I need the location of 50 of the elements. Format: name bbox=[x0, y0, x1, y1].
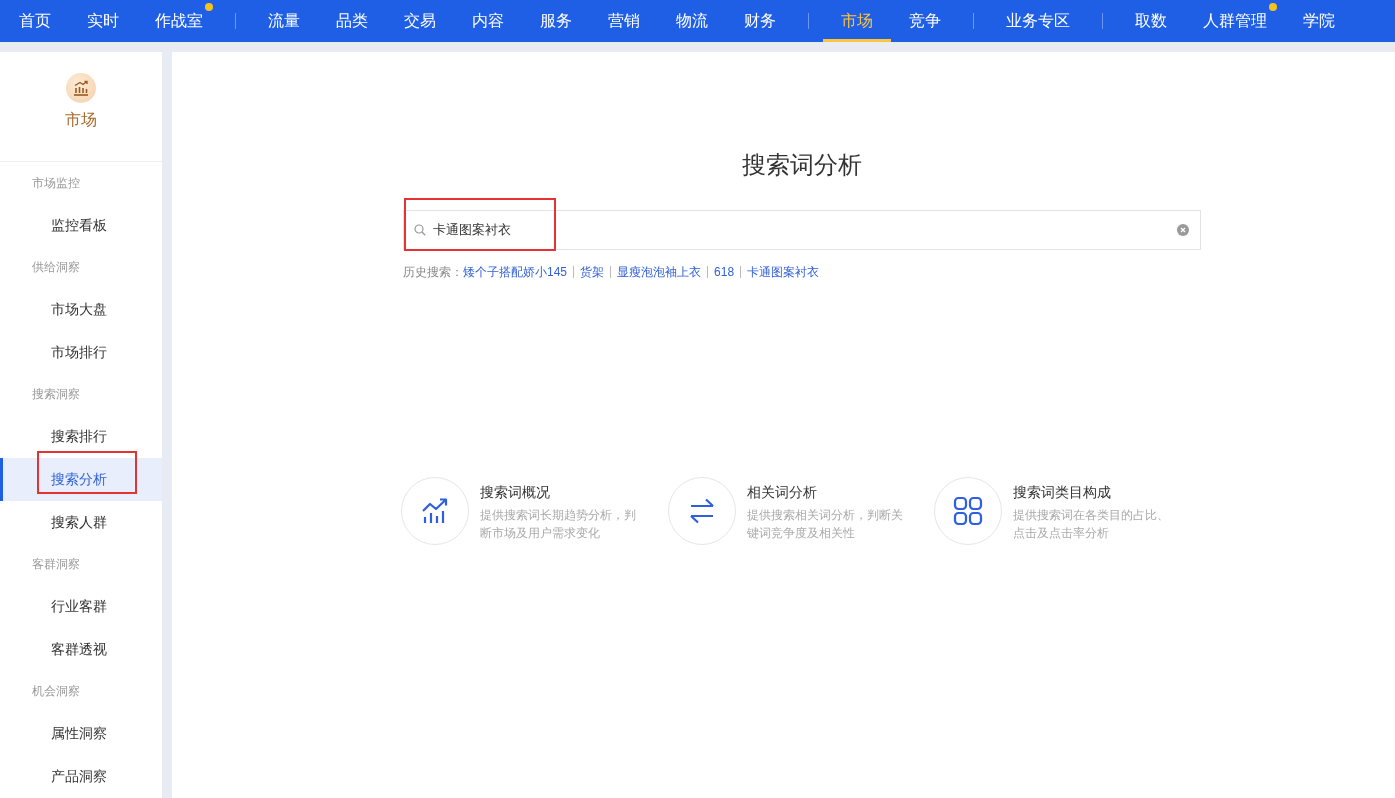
nav-tab[interactable]: 市场 bbox=[823, 0, 891, 42]
history-link[interactable]: 618 bbox=[714, 264, 735, 280]
nav-tab[interactable]: 实时 bbox=[69, 0, 137, 42]
history-link[interactable]: 卡通图案衬衣 bbox=[747, 264, 820, 280]
sidebar-item[interactable]: 搜索排行 bbox=[0, 415, 162, 458]
nav-tab[interactable]: 人群管理 bbox=[1185, 0, 1285, 42]
bar-chart-icon bbox=[66, 73, 96, 103]
history-link[interactable]: 矮个子搭配娇小145 bbox=[463, 264, 568, 280]
page-title: 搜索词分析 bbox=[741, 152, 863, 178]
nav-tab[interactable]: 首页 bbox=[1, 0, 69, 42]
section-label: 客群洞察 bbox=[31, 556, 81, 573]
nav-tab[interactable]: 交易 bbox=[386, 0, 454, 42]
section-label: 供给洞察 bbox=[31, 259, 81, 276]
feature-title[interactable]: 搜索词概况 bbox=[480, 482, 638, 502]
sidebar-item[interactable]: 行业客群 bbox=[0, 585, 162, 628]
nav-tab[interactable]: 流量 bbox=[250, 0, 318, 42]
search-icon bbox=[414, 224, 426, 236]
nav-tab[interactable]: 业务专区 bbox=[988, 0, 1088, 42]
history-link[interactable]: 显瘦泡泡袖上衣 bbox=[617, 264, 702, 280]
nav-tab[interactable]: 学院 bbox=[1285, 0, 1353, 42]
nav-tab[interactable]: 作战室 bbox=[137, 0, 221, 42]
sidebar-item[interactable]: 搜索分析 bbox=[0, 458, 162, 501]
sidebar-item[interactable]: 市场大盘 bbox=[0, 288, 162, 331]
search-field[interactable]: 卡通图案衬衣 bbox=[403, 210, 1201, 250]
sidebar-item[interactable]: 产品洞察 bbox=[0, 755, 162, 798]
section-label: 搜索洞察 bbox=[31, 386, 81, 403]
feature-description: 提供搜索词在各类目的占比、点击及点击率分析 bbox=[1013, 507, 1171, 542]
nav-tab[interactable]: 物流 bbox=[658, 0, 726, 42]
feature-description: 提供搜索相关词分析，判断关键词竞争度及相关性 bbox=[746, 507, 904, 542]
nav-tab[interactable]: 品类 bbox=[318, 0, 386, 42]
sidebar-item[interactable]: 属性洞察 bbox=[0, 712, 162, 755]
history-link[interactable]: 货架 bbox=[580, 264, 605, 280]
section-label: 机会洞察 bbox=[31, 683, 81, 700]
clear-icon[interactable] bbox=[1177, 224, 1189, 236]
nav-tab[interactable]: 服务 bbox=[522, 0, 590, 42]
nav-tab[interactable]: 营销 bbox=[590, 0, 658, 42]
nav-tab[interactable]: 财务 bbox=[726, 0, 794, 42]
sidebar-item[interactable]: 搜索人群 bbox=[0, 501, 162, 544]
sidebar-item[interactable]: 市场排行 bbox=[0, 331, 162, 374]
sidebar-item[interactable]: 监控看板 bbox=[0, 204, 162, 247]
feature-description: 提供搜索词长期趋势分析，判断市场及用户需求变化 bbox=[480, 507, 637, 542]
nav-tab[interactable]: 内容 bbox=[454, 0, 522, 42]
nav-tab[interactable]: 竞争 bbox=[891, 0, 959, 42]
section-label: 市场监控 bbox=[31, 175, 81, 192]
feature-title[interactable]: 相关词分析 bbox=[746, 482, 905, 502]
sidebar-item[interactable]: 客群透视 bbox=[0, 628, 162, 671]
history-label: 历史搜索： bbox=[403, 264, 463, 280]
sidebar-title: 市场 bbox=[65, 110, 97, 130]
feature-title[interactable]: 搜索词类目构成 bbox=[1013, 482, 1172, 502]
nav-tab[interactable]: 取数 bbox=[1117, 0, 1185, 42]
